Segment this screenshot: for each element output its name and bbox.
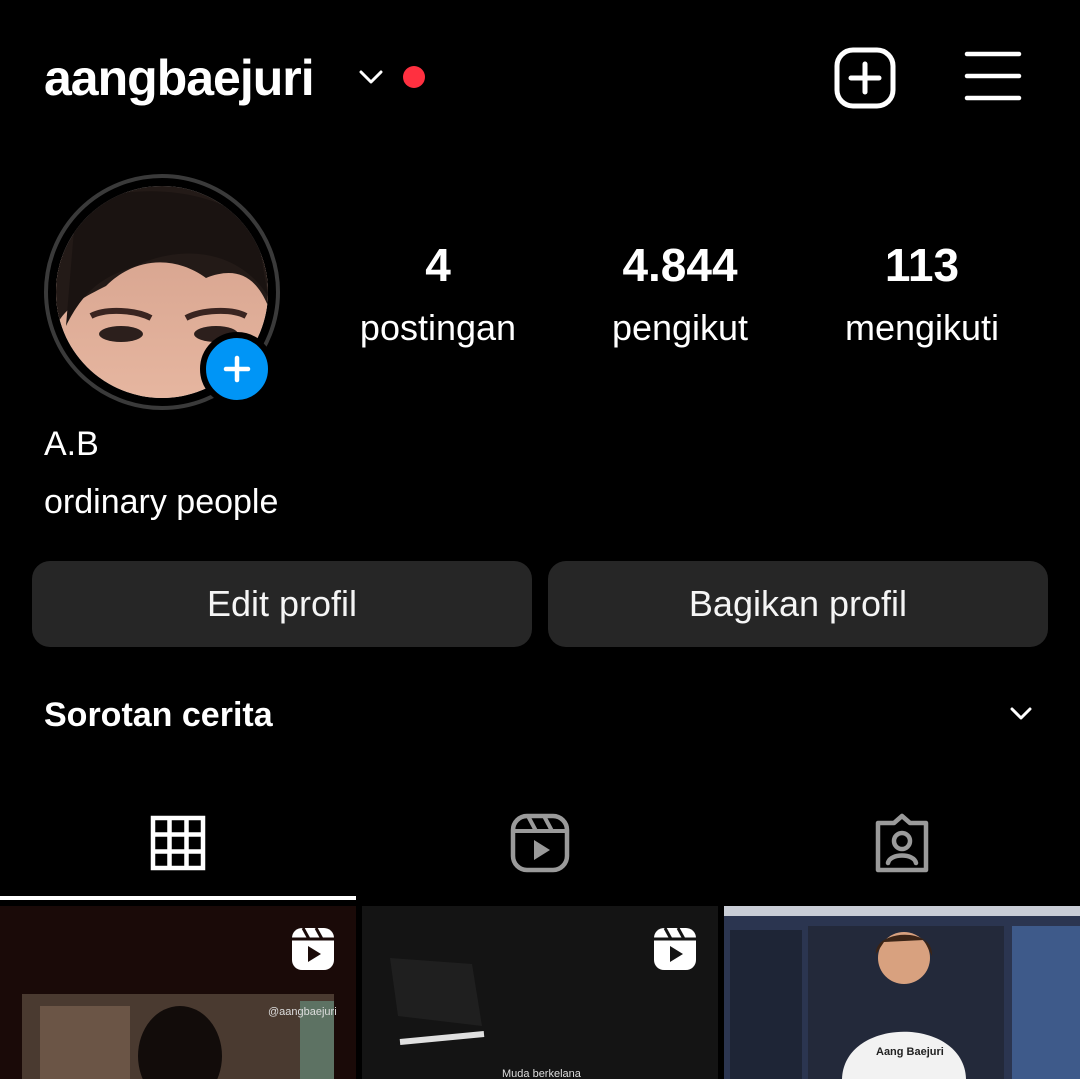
post-thumbnail[interactable]: Aang Baejuri: [724, 906, 1080, 1079]
story-highlights-label[interactable]: Sorotan cerita: [44, 693, 273, 737]
stat-posts-count: 4: [425, 239, 451, 291]
stat-followers-label: pengikut: [611, 307, 749, 348]
share-profile-button[interactable]: Bagikan profil: [548, 561, 1048, 647]
post-caption: @aangbaejuri: [268, 1006, 337, 1018]
tab-posts-grid[interactable]: [0, 790, 356, 896]
username[interactable]: aangbaejuri: [44, 48, 315, 108]
stat-posts-label: postingan: [359, 307, 517, 348]
stat-posts[interactable]: 4 postingan: [328, 238, 548, 350]
grid-icon: [150, 815, 206, 871]
reels-icon: [510, 813, 570, 873]
notification-dot: [403, 66, 425, 88]
stat-following-label: mengikuti: [844, 307, 1000, 348]
tab-tagged[interactable]: [724, 790, 1080, 896]
chevron-down-icon[interactable]: [1006, 698, 1036, 728]
full-name: A.B: [44, 425, 99, 463]
stat-followers[interactable]: 4.844 pengikut: [570, 238, 790, 350]
active-tab-indicator: [0, 896, 356, 900]
post-thumbnail[interactable]: Muda berkelana: [362, 906, 718, 1079]
reels-icon: [654, 927, 696, 970]
new-post-icon[interactable]: [834, 47, 896, 109]
stat-following[interactable]: 113 mengikuti: [812, 238, 1032, 350]
post-caption: Aang Baejuri: [876, 1046, 944, 1058]
chevron-down-icon[interactable]: [356, 62, 386, 92]
add-story-button[interactable]: [200, 332, 274, 406]
tab-reels[interactable]: [362, 790, 718, 896]
post-thumbnail[interactable]: @aangbaejuri: [0, 906, 356, 1079]
bio: ordinary people: [44, 483, 279, 521]
stat-following-count: 113: [884, 239, 960, 291]
stat-followers-count: 4.844: [622, 239, 738, 291]
menu-icon[interactable]: [964, 50, 1022, 102]
reels-icon: [292, 927, 334, 970]
edit-profile-button[interactable]: Edit profil: [32, 561, 532, 647]
tagged-icon: [875, 813, 929, 873]
post-caption: Muda berkelana: [502, 1068, 581, 1079]
